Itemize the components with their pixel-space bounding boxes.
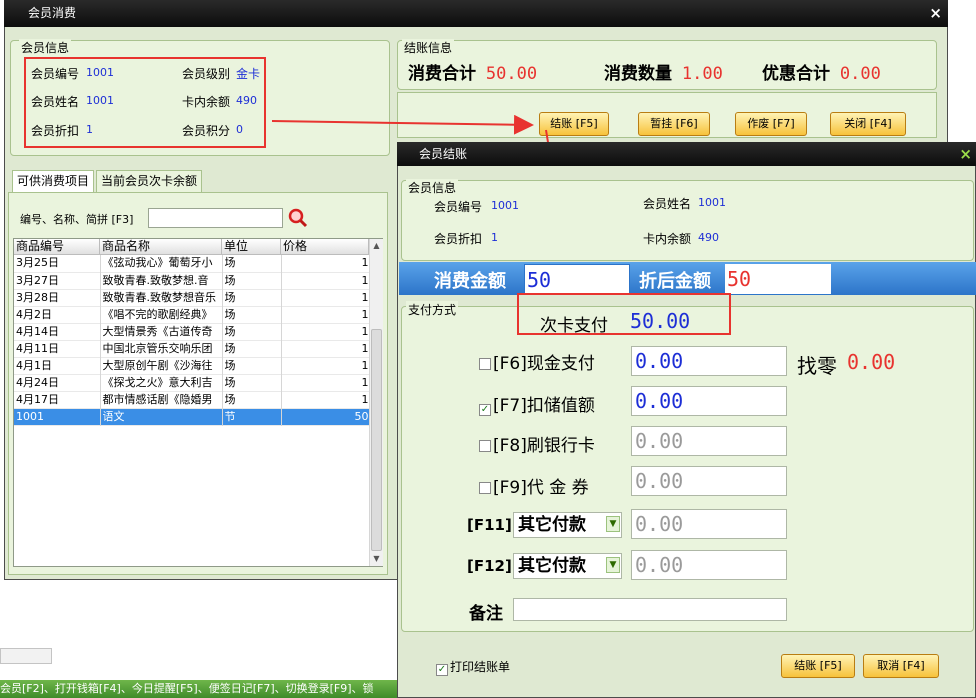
card-pay-value: 50.00 xyxy=(630,309,691,333)
dialog-member-discount-label: 会员折扣 xyxy=(434,232,483,246)
dialog-balance-value: 490 xyxy=(698,231,719,244)
other1-key: [F11] xyxy=(467,516,512,534)
other1-select-value: 其它付款 xyxy=(518,515,586,535)
dialog-member-id-label: 会员编号 xyxy=(434,200,483,214)
bankcard-option[interactable]: [F8]刷银行卡 xyxy=(479,431,595,456)
voucher-checkbox[interactable] xyxy=(479,482,491,494)
dialog-checkout-button[interactable]: 结账 [F5] xyxy=(781,654,855,678)
voucher-label: [F9]代 金 券 xyxy=(493,478,589,498)
bankcard-label: [F8]刷银行卡 xyxy=(493,436,595,456)
voucher-option[interactable]: [F9]代 金 券 xyxy=(479,473,589,498)
payment-title: 支付方式 xyxy=(406,301,459,318)
cash-checkbox[interactable] xyxy=(479,358,491,370)
other2-key: [F12] xyxy=(467,557,512,575)
after-discount-field[interactable]: 50 xyxy=(725,264,831,294)
other1-select[interactable]: 其它付款 ▼ xyxy=(513,512,622,538)
bankcard-checkbox[interactable] xyxy=(479,440,491,452)
bankcard-amount-input[interactable]: 0.00 xyxy=(631,426,787,456)
note-input[interactable] xyxy=(513,598,787,621)
other1-amount-input[interactable]: 0.00 xyxy=(631,509,787,539)
amount-label: 消费金额 xyxy=(434,271,506,292)
cash-amount-input[interactable]: 0.00 xyxy=(631,346,787,376)
voucher-amount-input[interactable]: 0.00 xyxy=(631,466,787,496)
other2-amount-input[interactable]: 0.00 xyxy=(631,550,787,580)
dialog-cancel-button[interactable]: 取消 [F4] xyxy=(863,654,939,678)
dialog-member-id-value: 1001 xyxy=(491,199,519,212)
stored-value-label: [F7]扣储值额 xyxy=(493,396,595,416)
cash-label: [F6]现金支付 xyxy=(493,354,595,374)
dialog-titlebar: 会员结账 × xyxy=(397,142,976,166)
amount-field[interactable]: 50 xyxy=(524,264,630,294)
after-discount-label: 折后金额 xyxy=(639,271,711,292)
stored-value-option[interactable]: ✓ [F7]扣储值额 xyxy=(479,391,595,416)
chevron-down-icon[interactable]: ▼ xyxy=(606,557,620,573)
other2-select[interactable]: 其它付款 ▼ xyxy=(513,553,622,579)
print-checkbox[interactable]: ✓ xyxy=(436,664,448,676)
change-label: 找零 xyxy=(797,354,837,378)
print-label: 打印结账单 xyxy=(450,660,511,674)
close-icon[interactable]: × xyxy=(959,142,972,166)
stored-value-amount-input[interactable]: 0.00 xyxy=(631,386,787,416)
dialog-title: 会员结账 xyxy=(419,147,468,161)
print-option[interactable]: ✓ 打印结账单 xyxy=(436,658,510,676)
change-value: 0.00 xyxy=(847,350,896,374)
dialog-member-info-group: 会员信息 xyxy=(401,179,974,261)
other2-select-value: 其它付款 xyxy=(518,556,586,576)
dialog-member-discount-value: 1 xyxy=(491,231,498,244)
stored-value-checkbox[interactable]: ✓ xyxy=(479,404,491,416)
chevron-down-icon[interactable]: ▼ xyxy=(606,516,620,532)
card-pay-label: 次卡支付 xyxy=(540,316,608,336)
note-label: 备注 xyxy=(469,604,503,624)
dialog-member-info-title: 会员信息 xyxy=(406,179,459,196)
dialog-member-name-value: 1001 xyxy=(698,196,726,209)
dialog-balance-label: 卡内余额 xyxy=(643,232,692,246)
cash-option[interactable]: [F6]现金支付 xyxy=(479,349,595,374)
dialog-member-name-label: 会员姓名 xyxy=(643,197,692,211)
